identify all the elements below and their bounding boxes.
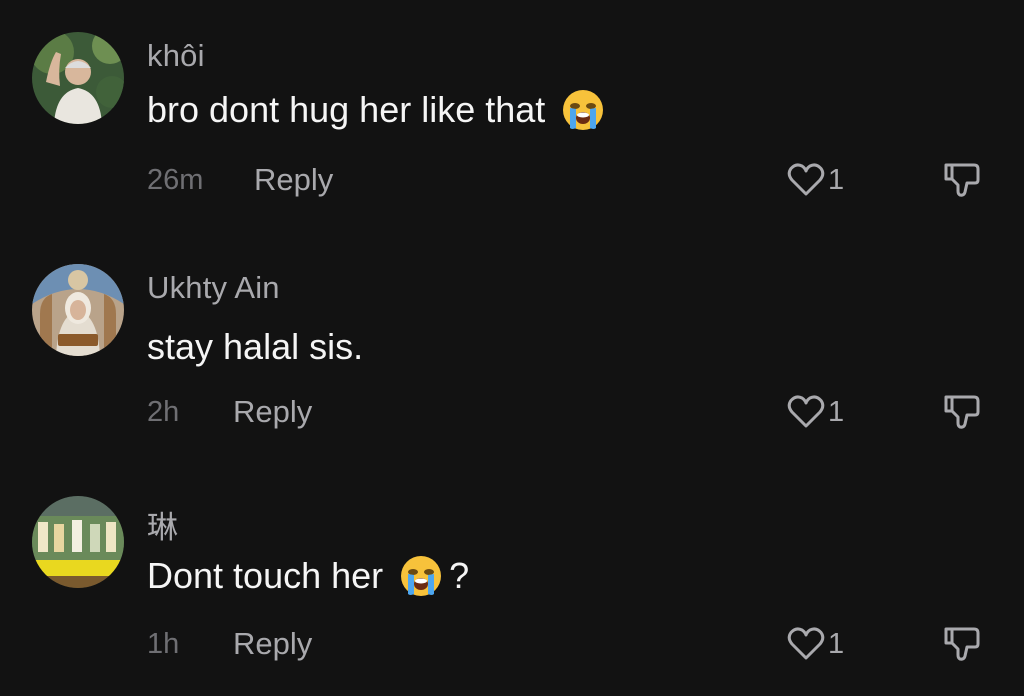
comment-text: Dont touch her ? xyxy=(147,554,469,598)
avatar-image xyxy=(32,32,124,124)
comment-item: 琳 Dont touch her ? 1h Reply 1 xyxy=(0,464,1024,696)
comment-timestamp: 2h xyxy=(147,396,180,428)
thumbs-down-icon xyxy=(944,163,980,197)
comment-text: bro dont hug her like that xyxy=(147,88,605,132)
comment-username[interactable]: 琳 xyxy=(147,502,178,547)
comment-item: Ukhty Ain stay halal sis. 2h Reply 1 xyxy=(0,232,1024,464)
avatar[interactable] xyxy=(32,264,124,356)
thumbs-down-icon xyxy=(944,395,980,429)
like-count: 1 xyxy=(828,395,845,428)
reply-button[interactable]: Reply xyxy=(233,626,312,662)
comment-text: stay halal sis. xyxy=(147,326,363,368)
heart-outline-icon xyxy=(787,627,825,660)
dislike-button[interactable] xyxy=(940,622,984,666)
avatar[interactable] xyxy=(32,496,124,588)
comment-timestamp: 26m xyxy=(147,164,204,196)
like-count: 1 xyxy=(828,163,845,196)
thumbs-down-icon xyxy=(944,627,980,661)
reply-button[interactable]: Reply xyxy=(254,162,333,198)
loudly-crying-face-emoji xyxy=(401,556,442,596)
avatar[interactable] xyxy=(32,32,124,124)
like-button[interactable]: 1 xyxy=(786,624,844,664)
reply-button[interactable]: Reply xyxy=(233,394,312,430)
comment-timestamp: 1h xyxy=(147,628,180,660)
comment-username[interactable]: khôi xyxy=(147,38,205,74)
avatar-image xyxy=(32,264,124,356)
like-count: 1 xyxy=(828,627,845,660)
heart-outline-icon xyxy=(787,163,825,196)
comment-text-content: stay halal sis. xyxy=(147,326,364,367)
loudly-crying-face-emoji xyxy=(563,90,604,130)
dislike-button[interactable] xyxy=(940,158,984,202)
like-button[interactable]: 1 xyxy=(786,392,844,432)
comment-item: khôi bro dont hug her like that 26m Repl… xyxy=(0,0,1024,232)
dislike-button[interactable] xyxy=(940,390,984,434)
comment-text-suffix: ? xyxy=(449,555,470,596)
heart-outline-icon xyxy=(787,395,825,428)
comment-username[interactable]: Ukhty Ain xyxy=(147,270,280,306)
like-button[interactable]: 1 xyxy=(786,160,844,200)
avatar-image xyxy=(32,496,124,588)
comment-text-content: Dont touch her xyxy=(147,555,384,596)
comment-text-content: bro dont hug her like that xyxy=(147,89,546,130)
